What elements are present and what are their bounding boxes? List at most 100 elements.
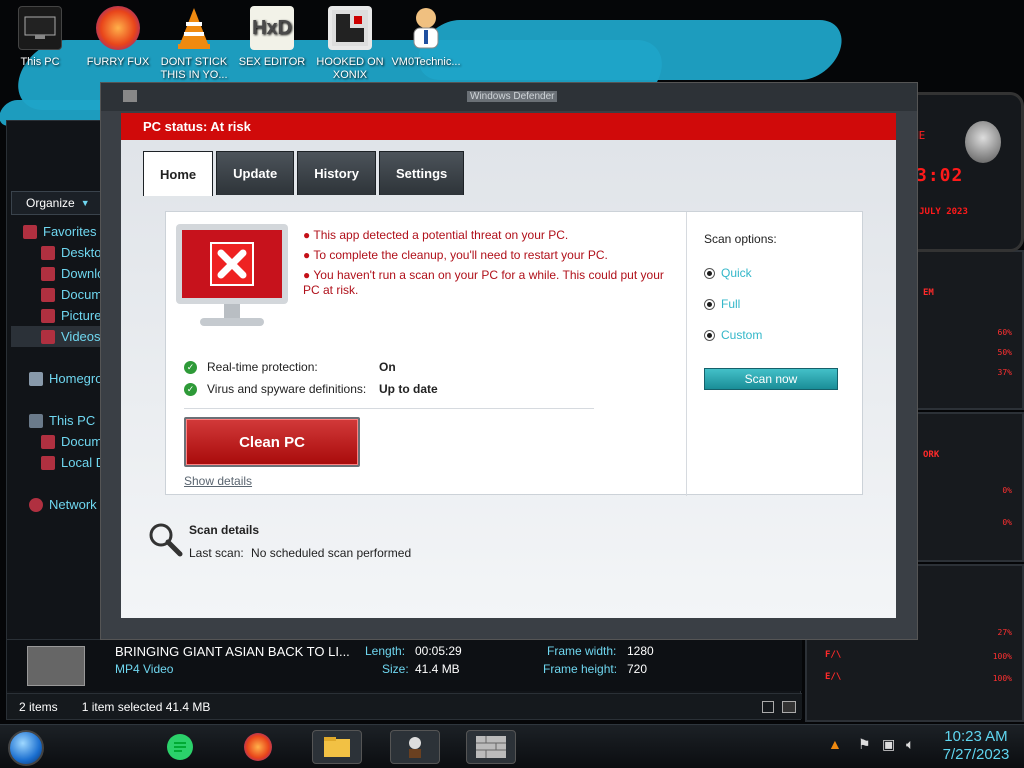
taskbar-clock[interactable]: 10:23 AM 7/27/2023 xyxy=(934,728,1018,764)
taskbar: ▲ ⚑ ▣ 🔈︎ 10:23 AM 7/27/2023 xyxy=(0,724,1024,768)
size-value: 41.4 MB xyxy=(415,662,460,676)
desktop-icon-label: HOOKED ON XONIX xyxy=(316,56,384,81)
selection-info: 1 item selected 41.4 MB xyxy=(81,699,211,714)
item-count: 2 items xyxy=(19,699,58,714)
homegroup-icon xyxy=(29,371,43,386)
clean-pc-button[interactable]: Clean PC xyxy=(184,417,360,467)
frame-width-value: 1280 xyxy=(627,644,654,658)
start-button[interactable] xyxy=(8,730,44,766)
desktop-icon-label: VM0Technic... xyxy=(391,56,461,68)
pc-status-banner: PC status: At risk xyxy=(121,113,896,140)
desktop-icon-label: DONT STICK THIS IN YO... xyxy=(160,56,228,81)
tab-history[interactable]: History xyxy=(297,151,376,195)
system-monitor-widget: EM 60% 50% 37% xyxy=(915,250,1024,410)
scan-option-custom[interactable]: Custom xyxy=(704,328,762,342)
volume-icon[interactable]: 🔈︎ xyxy=(906,736,914,753)
frame-height-value: 720 xyxy=(627,662,648,676)
desktop-icon-label: SEX EDITOR xyxy=(238,56,306,68)
tray-app-icon[interactable]: ▲ xyxy=(828,736,842,752)
nav-this-pc[interactable]: This PC xyxy=(11,410,107,431)
desktop-icon-this-pc[interactable]: This PC xyxy=(2,6,78,69)
nav-label: This PC xyxy=(49,413,96,428)
plant-icon xyxy=(409,737,421,758)
scan-option-quick[interactable]: Quick xyxy=(704,266,752,280)
scan-option-full[interactable]: Full xyxy=(704,297,740,311)
definitions-row: ✓ Virus and spyware definitions: Up to d… xyxy=(184,380,438,398)
document-icon xyxy=(41,434,55,449)
desktop-icon-label: This PC xyxy=(20,56,60,68)
window-titlebar[interactable]: Windows Defender xyxy=(101,83,917,111)
nav-network[interactable]: Network xyxy=(11,494,107,515)
nav-homegroup[interactable]: Homegrou xyxy=(11,368,107,389)
protection-label: Real-time protection: xyxy=(207,360,318,374)
network-tray-icon[interactable]: ▣ xyxy=(882,736,895,753)
divider xyxy=(686,212,687,496)
protection-value: On xyxy=(379,360,396,374)
taskbar-app-wall[interactable] xyxy=(466,730,516,764)
show-details-link[interactable]: Show details xyxy=(184,474,252,488)
network-stat: 0% xyxy=(1002,486,1012,495)
picture-icon xyxy=(41,308,55,323)
nav-downloads[interactable]: Downloa xyxy=(11,263,107,284)
length-label: Length: xyxy=(365,644,406,658)
pc-status-text: PC status: At risk xyxy=(143,119,251,134)
nav-videos[interactable]: Videos xyxy=(11,326,107,347)
scan-options-label: Scan options: xyxy=(704,232,777,246)
nav-desktop[interactable]: Desktop xyxy=(11,242,107,263)
divider xyxy=(184,408,594,409)
nav-documents[interactable]: Docume xyxy=(11,284,107,305)
computer-icon xyxy=(18,6,62,50)
drive-stat: 100% xyxy=(992,652,1012,661)
widget-tag: F/\ xyxy=(825,650,842,660)
widget-tag: ORK xyxy=(923,450,940,460)
tab-settings[interactable]: Settings xyxy=(378,151,465,195)
document-icon xyxy=(41,287,55,302)
last-scan-info: Last scan: No scheduled scan performed xyxy=(189,546,411,560)
wallpaper-streak xyxy=(410,20,850,80)
desktop-icon-firefox[interactable]: FURRY FUX xyxy=(80,6,156,69)
desktop-icon xyxy=(41,245,55,260)
nav-pc-documents[interactable]: Docume xyxy=(11,431,107,452)
nav-label: Favorites xyxy=(43,224,97,239)
details-pane: BRINGING GIANT ASIAN BACK TO LI... MP4 V… xyxy=(7,639,802,691)
chevron-down-icon: ▼ xyxy=(80,198,90,208)
taskbar-time: 10:23 AM xyxy=(944,728,1008,745)
large-icons-view-icon[interactable] xyxy=(782,700,796,713)
taskbar-notes-app[interactable] xyxy=(162,730,198,764)
taskbar-app-plant[interactable] xyxy=(390,730,440,764)
desktop-icon-technician[interactable]: VM0Technic... xyxy=(388,6,464,69)
action-center-icon[interactable]: ⚑ xyxy=(858,736,871,753)
tab-home[interactable]: Home xyxy=(143,151,214,196)
frame-width-label: Frame width: xyxy=(547,644,617,658)
details-view-icon[interactable] xyxy=(762,700,774,713)
desktop-icon-hxd[interactable]: HxD SEX EDITOR xyxy=(234,6,310,69)
alien-logo-icon xyxy=(965,121,1001,163)
threat-text: You haven't run a scan on your PC for a … xyxy=(303,268,664,297)
cpu-stat: 50% xyxy=(997,348,1012,357)
tab-update[interactable]: Update xyxy=(216,151,295,195)
taskbar-firefox[interactable] xyxy=(240,730,276,764)
app-icon xyxy=(123,90,137,102)
vlc-icon xyxy=(172,6,216,50)
radio-icon xyxy=(704,329,715,341)
scan-now-button[interactable]: Scan now xyxy=(704,368,838,390)
organize-button[interactable]: Organize ▼ xyxy=(11,191,111,215)
scan-option-label: Quick xyxy=(721,266,752,280)
technician-icon xyxy=(404,6,448,50)
widget-tag: E/\ xyxy=(825,672,842,682)
frame-height-label: Frame height: xyxy=(543,662,618,676)
close-icon xyxy=(210,242,254,286)
desktop-icon-xonix[interactable]: HOOKED ON XONIX xyxy=(312,6,388,82)
tab-strip: Home Update History Settings xyxy=(143,151,465,196)
threat-message: ● You haven't run a scan on your PC for … xyxy=(303,268,664,297)
desktop-icon-vlc[interactable]: DONT STICK THIS IN YO... xyxy=(156,6,232,82)
defender-window: Windows Defender PC status: At risk Home… xyxy=(100,82,918,640)
scan-option-label: Full xyxy=(721,297,741,311)
nav-local-disk[interactable]: Local Di xyxy=(11,452,107,473)
nav-favorites[interactable]: Favorites xyxy=(11,221,107,242)
protection-label: Virus and spyware definitions: xyxy=(207,382,367,396)
taskbar-file-explorer[interactable] xyxy=(312,730,362,764)
hxd-icon: HxD xyxy=(250,6,294,50)
star-icon xyxy=(23,224,37,239)
nav-pictures[interactable]: Pictures xyxy=(11,305,107,326)
